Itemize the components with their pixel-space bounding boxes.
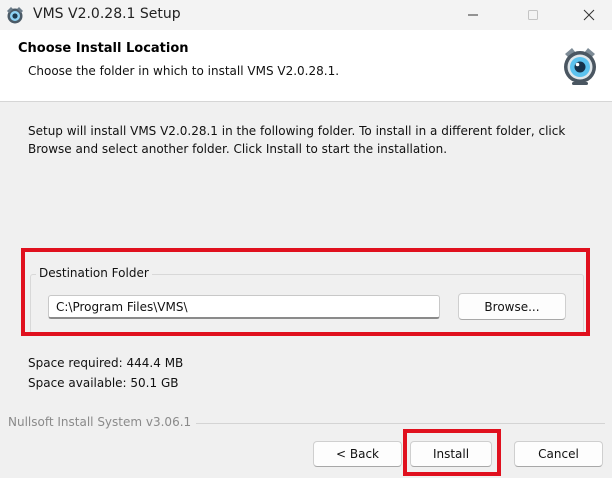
close-button[interactable]: [566, 0, 612, 30]
vms-camera-icon: [7, 7, 23, 24]
minimize-button[interactable]: [450, 0, 496, 30]
close-icon: [583, 9, 595, 21]
vms-camera-icon: [564, 48, 596, 85]
title-bar: VMS V2.0.28.1 Setup: [0, 0, 612, 30]
cancel-button[interactable]: Cancel: [514, 441, 603, 467]
installer-branding: Nullsoft Install System v3.06.1: [8, 415, 197, 429]
install-highlight-box: [403, 429, 501, 476]
page-title: Choose Install Location: [18, 41, 189, 56]
space-required: Space required: 444.4 MB: [28, 356, 184, 370]
intro-text: Setup will install VMS V2.0.28.1 in the …: [28, 124, 566, 156]
back-button[interactable]: < Back: [313, 441, 402, 467]
space-available: Space available: 50.1 GB: [28, 376, 179, 390]
maximize-button[interactable]: [510, 0, 556, 30]
minimize-icon: [468, 14, 478, 16]
page-subtitle: Choose the folder in which to install VM…: [28, 64, 340, 78]
destination-highlight-box: [21, 248, 590, 336]
window-title: VMS V2.0.28.1 Setup: [33, 6, 181, 22]
header-panel: Choose Install Location Choose the folde…: [0, 30, 612, 102]
maximize-icon: [528, 10, 538, 20]
